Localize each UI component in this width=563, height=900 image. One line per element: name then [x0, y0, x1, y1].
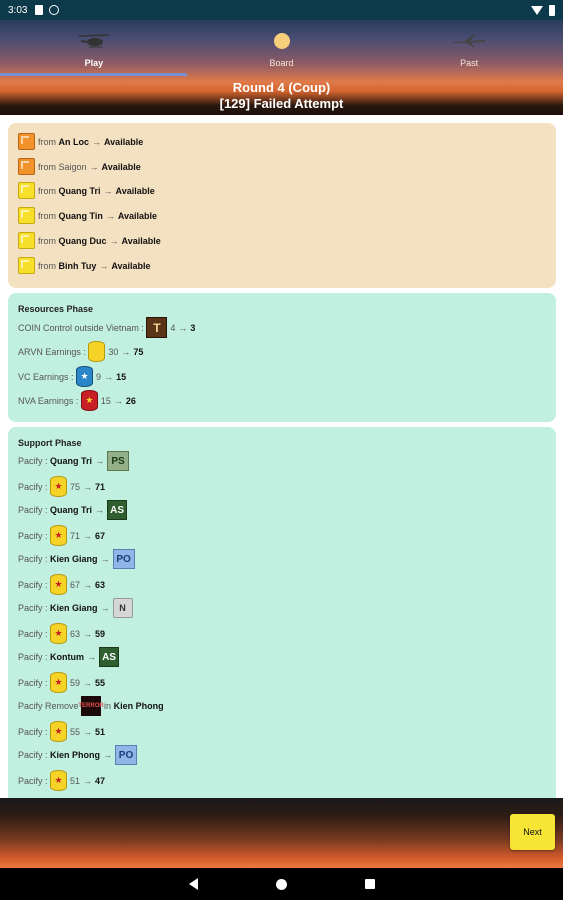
active-support-marker-icon: AS: [99, 647, 120, 667]
status-bar: 3:03: [0, 0, 563, 20]
list-item: NVA Earnings : ★ 15 → 26: [18, 390, 136, 411]
unit-return-card: from An Loc → Available from Saigon → Availa…: [8, 123, 556, 288]
passive-opposition-marker-icon: PO: [115, 745, 138, 765]
app-header: Play Board Past Round 4 (Coup) [129] Fai…: [0, 20, 563, 115]
helicopter-icon: [77, 30, 111, 52]
round-title: Round 4 (Coup): [232, 80, 331, 95]
list-item: from Quang Tin → Available: [18, 207, 157, 224]
arvn-cylinder-icon: ★: [50, 770, 68, 791]
place-name: Quang Tri: [58, 185, 101, 196]
passive-support-marker-icon: PS: [107, 451, 130, 471]
status-time: 3:03: [8, 4, 28, 16]
event-title: [129] Failed Attempt: [219, 96, 344, 111]
list-item: Pacify : ★ 71 → 67: [18, 525, 105, 546]
log-content[interactable]: from An Loc → Available from Saigon → Availa…: [0, 115, 563, 798]
next-button[interactable]: Next: [510, 814, 555, 850]
yellow-cube-icon: [18, 182, 35, 199]
arvn-cylinder-icon: ★: [50, 476, 68, 497]
list-item: from Binh Tuy → Available: [18, 257, 151, 274]
arvn-cylinder-icon: [88, 341, 106, 362]
place-name: Saigon: [58, 161, 87, 172]
list-item: Pacify : Kien Giang → N: [18, 598, 136, 618]
list-item: Pacify Remove TERROR in Kien Phong: [18, 696, 164, 716]
arvn-cylinder-icon: ★: [50, 672, 68, 693]
place-name: Quang Duc: [58, 235, 107, 246]
back-icon[interactable]: [188, 878, 198, 890]
active-support-marker-icon: AS: [107, 500, 128, 520]
list-item: COIN Control outside Vietnam : T 4 → 3: [18, 317, 195, 338]
list-item: Pacify : Kien Giang → PO: [18, 549, 138, 569]
arvn-cylinder-icon: ★: [50, 721, 68, 742]
place-name: Quang Tin: [58, 210, 103, 221]
list-item: from Quang Tri → Available: [18, 182, 155, 199]
tab-bar: Play Board Past: [0, 20, 563, 72]
nva-cylinder-icon: ★: [80, 390, 98, 411]
orange-cube-icon: [18, 158, 35, 175]
yellow-cube-icon: [18, 257, 35, 274]
neutral-marker-icon: N: [112, 598, 133, 618]
tab-past[interactable]: Past: [375, 20, 563, 72]
tab-board[interactable]: Board: [188, 20, 376, 72]
system-nav-bar: [0, 868, 563, 900]
sd-card-icon: [35, 5, 44, 15]
list-item: VC Earnings : ★ 9 → 15: [18, 366, 126, 387]
list-item: from Quang Duc → Available: [18, 232, 161, 249]
tab-board-label: Board: [269, 58, 294, 68]
tab-indicator: [0, 73, 187, 76]
bottom-action-bar: Next: [0, 798, 563, 868]
vc-cylinder-icon: ★: [76, 366, 94, 387]
list-item: Pacify : ★ 75 → 71: [18, 476, 105, 497]
list-item: ARVN Earnings : 30 → 75: [18, 341, 143, 362]
plane-icon: [451, 30, 487, 52]
notification-icon: [49, 5, 60, 15]
list-item: Pacify : Kontum → AS: [18, 647, 122, 667]
control-marker-icon: T: [146, 317, 168, 338]
terror-marker-icon: TERROR: [78, 696, 104, 716]
tab-play[interactable]: Play: [0, 20, 188, 72]
section-heading: Support Phase: [18, 438, 82, 448]
list-item: Pacify : Kien Phong → PO: [18, 745, 140, 765]
list-item: Pacify : ★ 67 → 63: [18, 574, 105, 595]
list-item: from An Loc → Available: [18, 133, 143, 150]
place-name: An Loc: [58, 136, 90, 147]
sun-icon: [273, 30, 291, 52]
tab-past-label: Past: [460, 58, 479, 68]
list-item: Pacify : ★ 55 → 51: [18, 721, 105, 742]
passive-opposition-marker-icon: PO: [112, 549, 135, 569]
page-title: Round 4 (Coup) [129] Failed Attempt: [0, 80, 563, 112]
list-item: Pacify : ★ 63 → 59: [18, 623, 105, 644]
list-item: Pacify : ★ 59 → 55: [18, 672, 105, 693]
arvn-cylinder-icon: ★: [50, 525, 68, 546]
tab-play-label: Play: [84, 58, 104, 68]
arvn-cylinder-icon: ★: [50, 574, 68, 595]
recents-icon[interactable]: [364, 879, 375, 889]
arvn-cylinder-icon: ★: [50, 623, 68, 644]
list-item: Pacify : ★ 51 → 47: [18, 770, 105, 791]
list-item: Pacify : Quang Tri → AS: [18, 500, 130, 520]
yellow-cube-icon: [18, 207, 35, 224]
resources-phase-card: Resources Phase COIN Control outside Vie…: [8, 293, 556, 422]
place-name: Binh Tuy: [58, 260, 97, 271]
yellow-cube-icon: [18, 232, 35, 249]
section-heading: Resources Phase: [18, 304, 94, 314]
support-phase-card: Support Phase Pacify : Quang Tri → PS Pac…: [8, 427, 556, 798]
wifi-icon: [531, 5, 543, 15]
battery-icon: [549, 4, 555, 16]
orange-cube-icon: [18, 133, 35, 150]
list-item: Pacify : Quang Tri → PS: [18, 451, 132, 471]
home-icon[interactable]: [275, 878, 287, 890]
list-item: from Saigon → Available: [18, 158, 141, 175]
